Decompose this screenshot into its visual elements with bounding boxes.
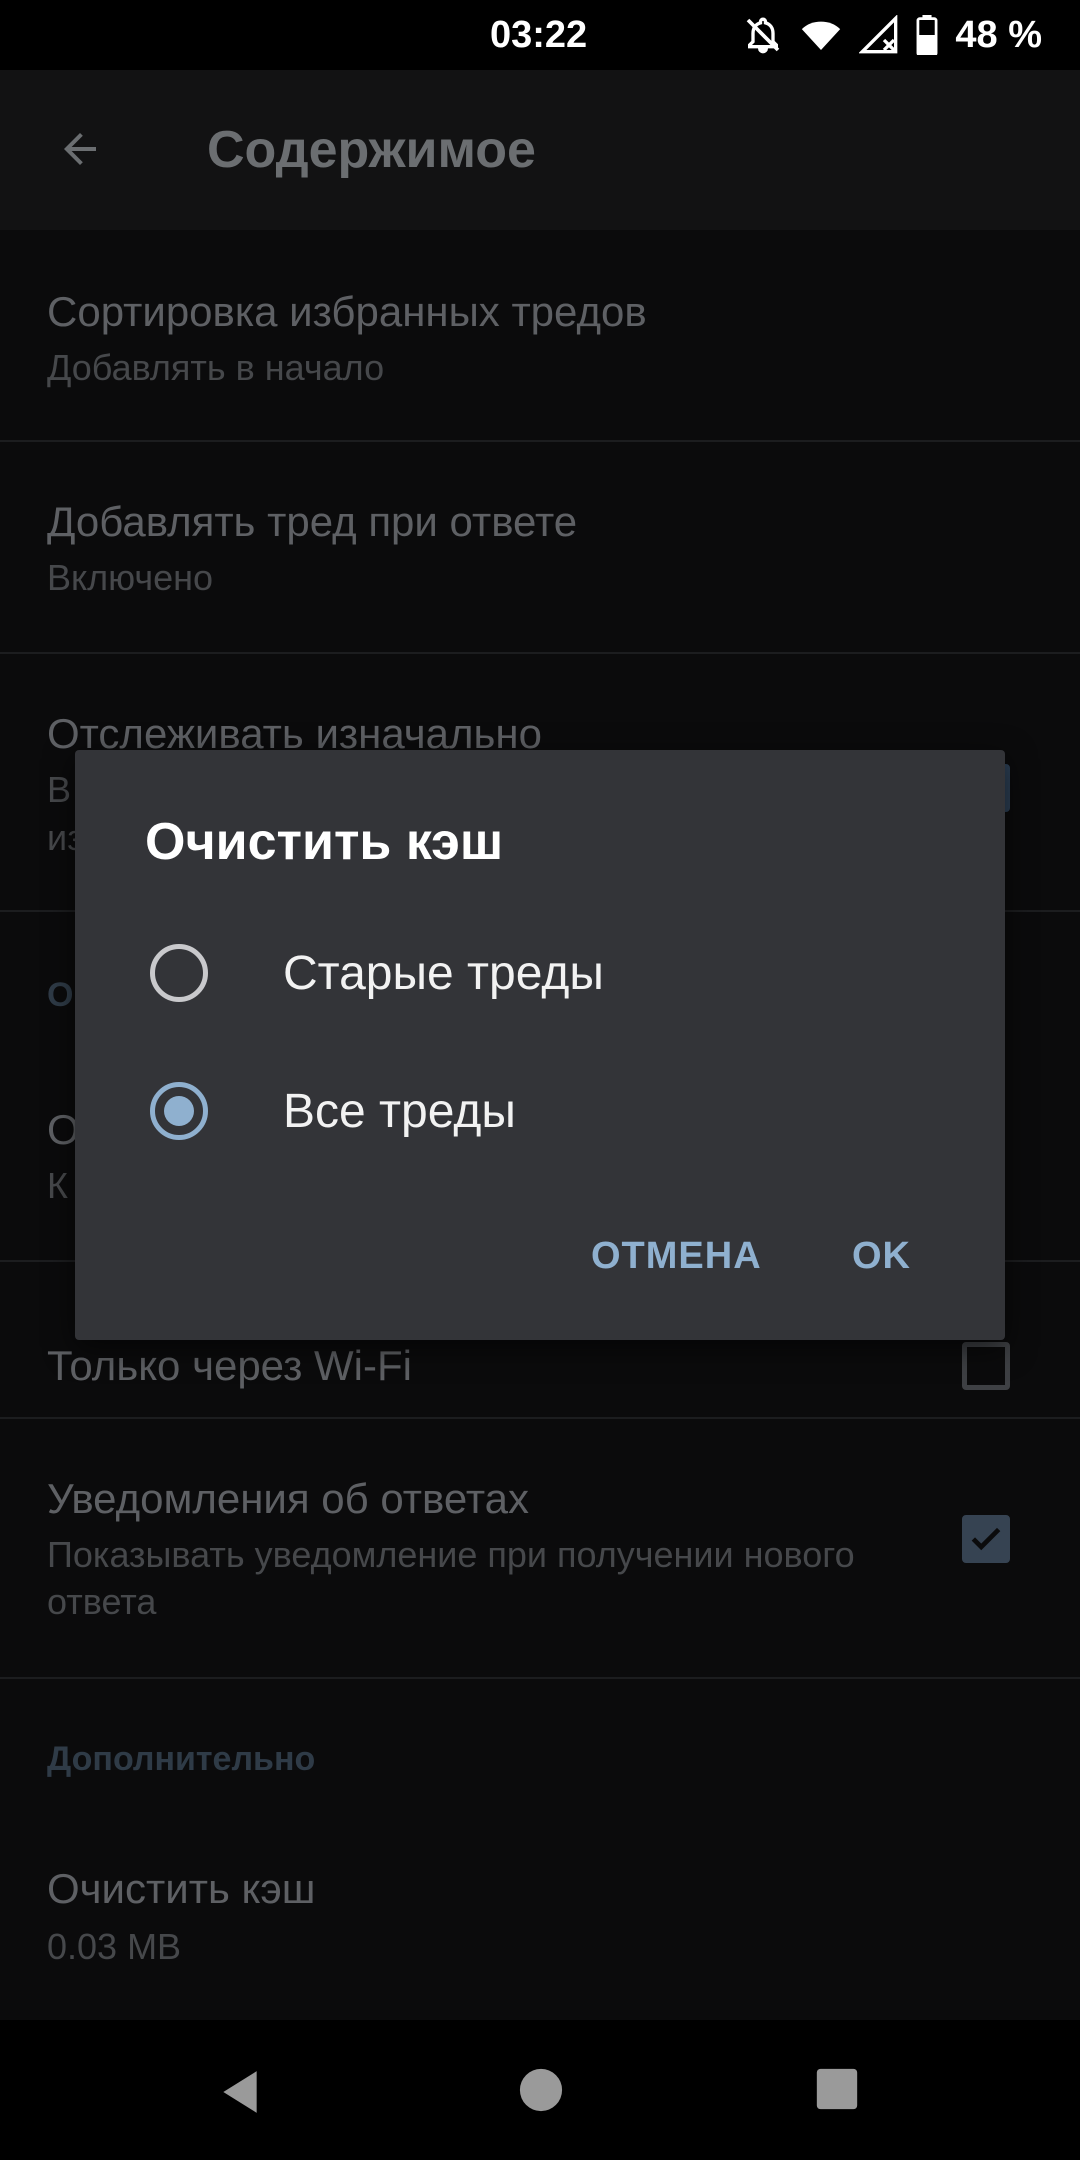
- dialog-title: Очистить кэш: [145, 813, 504, 871]
- cancel-button[interactable]: ОТМЕНА: [591, 1235, 762, 1278]
- radio-button[interactable]: [150, 944, 208, 1002]
- ok-button[interactable]: OK: [852, 1235, 911, 1278]
- option-old-threads[interactable]: Старые треды: [75, 908, 1005, 1038]
- clear-cache-dialog: Очистить кэш Старые треды Все треды ОТМЕ…: [75, 750, 1005, 1340]
- radio-label: Все треды: [283, 1085, 516, 1138]
- navigation-bar: [0, 2020, 1080, 2160]
- home-circle-icon[interactable]: [518, 2067, 564, 2113]
- option-all-threads[interactable]: Все треды: [75, 1046, 1005, 1176]
- radio-dot: [164, 1096, 194, 1126]
- radio-label: Старые треды: [283, 947, 604, 1000]
- recents-square-icon[interactable]: [815, 2067, 859, 2111]
- radio-button-selected[interactable]: [150, 1082, 208, 1140]
- back-triangle-icon[interactable]: [215, 2067, 265, 2117]
